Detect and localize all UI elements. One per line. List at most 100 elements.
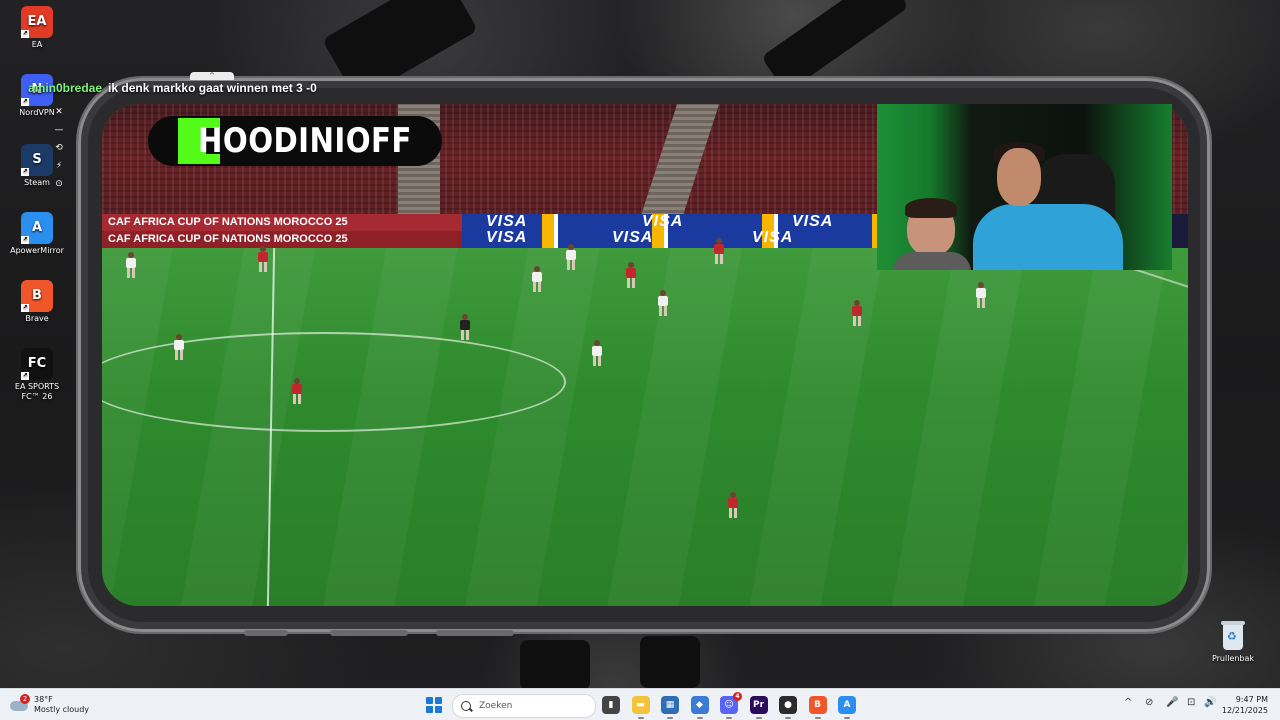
steam-icon: S ↗ <box>21 144 53 176</box>
player <box>976 282 986 308</box>
discord-icon[interactable]: ☺ 4 <box>720 692 742 714</box>
apowermirror-icon: A ↗ <box>21 212 53 244</box>
desktop-icon-label: Prullenbak <box>1211 654 1255 663</box>
refresh-icon[interactable]: ⟲ <box>53 139 65 157</box>
player <box>658 290 668 316</box>
player <box>292 378 302 404</box>
start-button[interactable] <box>426 697 442 713</box>
weather-temp: 38°F <box>34 695 53 704</box>
center-circle <box>102 332 566 432</box>
apowermirror-icon[interactable]: A <box>838 696 856 714</box>
brave-icon[interactable]: B <box>808 696 827 714</box>
flash-icon[interactable]: ⚡ <box>53 157 65 175</box>
target-icon[interactable]: ⊙ <box>53 175 65 193</box>
premiere-pro-glyph: Pr <box>752 700 765 710</box>
player <box>532 266 542 292</box>
running-indicator <box>844 717 850 719</box>
running-indicator <box>696 717 703 719</box>
task-view-glyph: ▮ <box>608 700 614 710</box>
system-clock[interactable]: 9:47 PM 12/21/2025 <box>1222 694 1268 716</box>
obs-icon[interactable]: ● <box>779 696 797 714</box>
task-view-icon[interactable]: ▮ <box>602 696 620 714</box>
network-icon[interactable]: ⊡ <box>1187 697 1195 708</box>
running-indicator <box>637 717 644 719</box>
ad-caf: CAF AFRICA CUP OF NATIONS MOROCCO 25 CAF… <box>102 214 468 248</box>
visa-text: VISA <box>486 229 528 246</box>
chat-message: amin0bredae ik denk markko gaat winnen me… <box>28 81 317 97</box>
webcam-overlay <box>877 104 1172 270</box>
player <box>258 246 268 272</box>
brave-icon: B ↗ <box>21 280 53 312</box>
running-indicator <box>814 717 821 719</box>
desktop-icon-brave[interactable]: B ↗ Brave <box>5 280 69 324</box>
wallpaper-shape <box>520 640 590 690</box>
brave-glyph: B <box>814 700 821 710</box>
recycle-bin-icon <box>1221 621 1245 650</box>
ad-visa: VISA VISA VISA VISA VISA VISA <box>462 213 882 248</box>
desktop-icon-apowermirror[interactable]: A ↗ ApowerMirror <box>5 212 69 256</box>
chat-toolbar: ✕ — ⟲ ⚡ ⊙ <box>53 103 65 193</box>
player <box>566 244 576 270</box>
phone-side-button <box>436 630 514 636</box>
channel-name: HOODINIOFF <box>198 121 412 161</box>
visa-text: VISA <box>752 229 794 246</box>
ea-fc-26-icon: FC ↗ <box>21 348 53 380</box>
close-icon[interactable]: ✕ <box>53 103 65 121</box>
clock-date: 12/21/2025 <box>1221 706 1268 715</box>
chat-drag-handle[interactable]: ^ <box>190 72 234 80</box>
chat-text: ik denk markko gaat winnen met 3 -0 <box>108 81 317 95</box>
desktop-icon-recycle-bin[interactable]: Prullenbak <box>1206 621 1260 663</box>
player <box>126 252 136 278</box>
vpn-icon[interactable]: ◆ <box>690 696 709 714</box>
channel-logo: HOODINIOFF <box>148 116 442 166</box>
premiere-pro-icon[interactable]: Pr <box>749 696 768 714</box>
player <box>592 340 602 366</box>
wallpaper-shape <box>640 636 700 688</box>
desktop-icon-label: EA <box>31 40 43 49</box>
running-indicator <box>785 717 791 719</box>
running-indicator <box>755 717 762 719</box>
chat-username: amin0bredae <box>28 81 103 95</box>
file-explorer-glyph: ▬ <box>636 700 645 710</box>
visa-text: VISA <box>792 213 834 230</box>
taskbar-search[interactable]: Zoeken <box>452 694 596 718</box>
desktop-icon-label: ApowerMirror <box>10 246 64 255</box>
chevron-up-icon[interactable]: ^ <box>1124 697 1132 708</box>
search-icon <box>461 701 471 711</box>
phone-side-button <box>330 630 408 636</box>
player <box>714 238 724 264</box>
webcam-person <box>973 142 1123 270</box>
discord-glyph: ☺ <box>724 700 734 710</box>
taskbar: 2 38°F Mostly cloudy Zoeken ^ ⊘ 🎤 ⊡ 🔊 9:… <box>0 688 1280 720</box>
notification-badge: 4 <box>733 692 742 701</box>
calculator-glyph: ▦ <box>665 700 675 710</box>
desktop-icon-label: Brave <box>25 314 49 323</box>
ea-icon: EA ↗ <box>21 6 53 38</box>
search-placeholder: Zoeken <box>479 701 513 711</box>
vpn-glyph: ◆ <box>696 700 703 710</box>
desktop-icon-ea-fc-26[interactable]: FC ↗ EA SPORTS FC™ 26 <box>5 348 69 402</box>
weather-badge: 2 <box>20 694 30 704</box>
clock-time: 9:47 PM <box>1235 695 1268 704</box>
cloud-icon: 2 <box>10 694 30 712</box>
volume-icon[interactable]: 🔊 <box>1204 697 1216 708</box>
minimize-icon[interactable]: — <box>53 121 65 139</box>
vpn-tray-icon[interactable]: ⊘ <box>1145 697 1153 708</box>
obs-glyph: ● <box>784 700 792 710</box>
weather-condition: Mostly cloudy <box>34 705 89 714</box>
microphone-icon[interactable]: 🎤 <box>1166 697 1178 708</box>
player <box>852 300 862 326</box>
weather-widget[interactable]: 2 38°F Mostly cloudy <box>10 693 89 717</box>
webcam-person <box>893 198 971 270</box>
file-explorer-icon[interactable]: ▬ <box>631 696 650 714</box>
apowermirror-glyph: A <box>843 700 851 710</box>
player <box>174 334 184 360</box>
running-indicator <box>726 717 732 719</box>
running-indicator <box>667 717 673 719</box>
desktop-screen: EA ↗ EA N ↗ NordVPN S ↗ Steam A ↗ ApowerMirr… <box>0 0 1280 720</box>
player <box>626 262 636 288</box>
desktop-icon-ea[interactable]: EA ↗ EA <box>5 6 69 50</box>
referee <box>460 314 470 340</box>
player <box>728 492 738 518</box>
calculator-icon[interactable]: ▦ <box>661 696 679 714</box>
